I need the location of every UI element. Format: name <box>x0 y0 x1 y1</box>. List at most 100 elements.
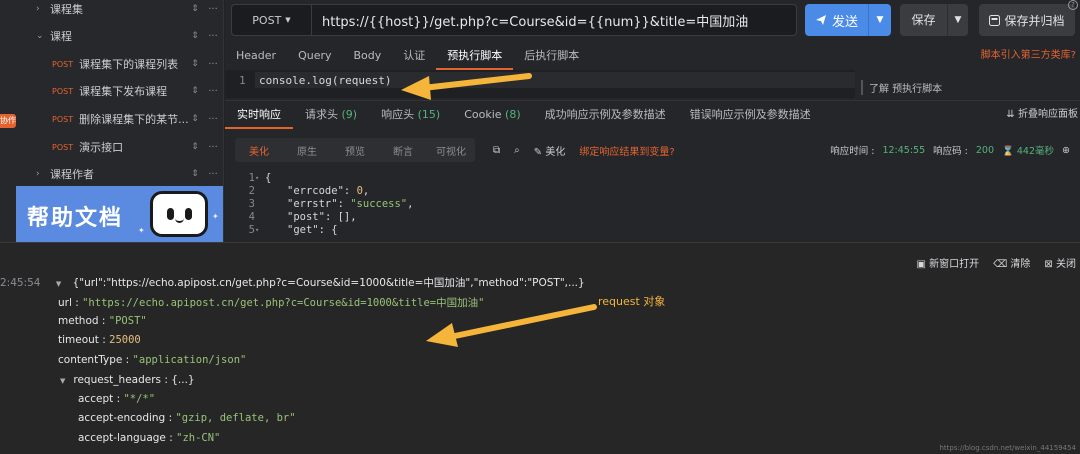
tab-label: 成功响应示例及参数描述 <box>544 107 666 121</box>
response-duration: ⌛ 442毫秒 <box>1002 143 1054 157</box>
help-icon[interactable]: ? <box>1068 0 1078 10</box>
archive-icon <box>989 14 1001 26</box>
duration-value: 442毫秒 <box>1016 146 1055 157</box>
view-mode-visual[interactable]: 可视化 <box>427 143 475 158</box>
save-dropdown-icon[interactable]: ▼ <box>948 15 968 25</box>
tree-folder-label: 课程作者 <box>50 168 94 181</box>
tab-cookie[interactable]: Cookie (8) <box>452 101 532 129</box>
tree-folder-label: 课程 <box>50 30 72 43</box>
view-mode-pretty[interactable]: 美化 <box>235 143 283 158</box>
third-party-lib-link[interactable]: 脚本引入第三方类库? <box>981 42 1076 70</box>
chevron-down-icon[interactable]: ⌄ <box>36 31 50 41</box>
sparkle-icon: ✦ <box>212 212 219 221</box>
beautify-button[interactable]: ✎ 美化 <box>534 143 566 158</box>
collab-badge: 协作 <box>0 114 16 128</box>
clear-button[interactable]: ⌫ 清除 <box>993 255 1030 270</box>
tree-folder-course-author[interactable]: › 课程作者 ⇕ ··· <box>16 161 223 187</box>
tab-response-headers[interactable]: 响应头 (15) <box>369 101 452 129</box>
method-select-value: POST <box>252 13 282 27</box>
send-icon <box>815 15 826 25</box>
tab-post-script[interactable]: 后执行脚本 <box>513 42 590 70</box>
tree-folder-course[interactable]: ⌄ 课程 ⇕ ··· <box>16 23 223 49</box>
tab-label: 请求头 <box>305 107 338 121</box>
tab-body[interactable]: Body <box>343 42 393 70</box>
tree-request-course-list[interactable]: POST 课程集下的课程列表 ⇕ ··· <box>16 51 223 77</box>
open-new-window-button[interactable]: ▣ 新窗口打开 <box>916 255 979 270</box>
send-button[interactable]: 发送 ▼ <box>805 4 891 36</box>
chevron-right-icon[interactable]: › <box>36 169 50 179</box>
more-icon[interactable]: ··· <box>202 4 223 15</box>
tab-success-example[interactable]: 成功响应示例及参数描述 <box>533 101 678 129</box>
search-icon[interactable]: ⌕ <box>514 145 520 156</box>
view-mode-assert[interactable]: 断言 <box>379 143 427 158</box>
beautify-label: 美化 <box>545 146 566 158</box>
response-code-label: 响应码 : <box>933 146 968 157</box>
caret-down-icon: ▼ <box>285 16 291 24</box>
more-icon[interactable]: ··· <box>202 31 223 42</box>
tab-request-headers[interactable]: 请求头 (9) <box>293 101 369 129</box>
url-input[interactable]: https://{{host}}/get.php?c=Course&id={{n… <box>312 11 748 30</box>
close-button[interactable]: ⊠ 关闭 <box>1044 255 1076 270</box>
more-icon[interactable]: ··· <box>202 114 223 125</box>
collapse-panel-button[interactable]: ⇊ 折叠响应面板 <box>1006 101 1078 129</box>
console-field: method : "POST" <box>58 315 147 327</box>
more-icon[interactable]: ··· <box>202 86 223 97</box>
script-editor[interactable]: 1 console.log(request) <box>225 70 855 98</box>
save-button[interactable]: 保存 ▼ <box>900 4 968 36</box>
view-mode-raw[interactable]: 原生 <box>283 143 331 158</box>
sort-icon[interactable]: ⇕ <box>188 114 202 124</box>
save-archive-button[interactable]: 保存并归档 <box>979 4 1075 36</box>
tab-label: 错误响应示例及参数描述 <box>689 107 811 121</box>
pre-script-help-link[interactable]: 了解 预执行脚本 <box>861 80 942 95</box>
more-icon[interactable]: ··· <box>202 142 223 153</box>
save-label: 保存 <box>900 4 948 36</box>
tab-error-example[interactable]: 错误响应示例及参数描述 <box>678 101 823 129</box>
tree-folder-course-set[interactable]: › 课程集 ⇕ ··· <box>16 0 223 22</box>
sort-icon[interactable]: ⇕ <box>188 86 202 96</box>
method-badge: POST <box>52 114 74 124</box>
copy-icon[interactable]: ⧉ <box>493 145 500 156</box>
tree-request-label: 课程集下的课程列表 <box>79 58 179 71</box>
annotation-label: request 对象 <box>598 295 666 308</box>
response-tabs: 实时响应 请求头 (9) 响应头 (15) Cookie (8) 成功响应示例及… <box>225 100 1080 129</box>
tab-auth[interactable]: 认证 <box>392 42 436 70</box>
hourglass-icon: ⌛ <box>1002 146 1014 157</box>
console-actions: ▣ 新窗口打开 ⌫ 清除 ⊠ 关闭 <box>916 255 1076 270</box>
tab-count: (8) <box>505 107 521 121</box>
send-dropdown-icon[interactable]: ▼ <box>869 15 891 25</box>
expand-triangle-icon[interactable]: ▼ <box>56 280 61 288</box>
view-mode-switch: 美化 原生 预览 断言 可视化 <box>235 138 475 162</box>
expand-icon[interactable]: ⊕ <box>1062 145 1070 156</box>
more-icon[interactable]: ··· <box>202 59 223 70</box>
method-badge: POST <box>52 59 74 69</box>
tree-request-demo[interactable]: POST 演示接口 ⇕ ··· <box>16 134 223 160</box>
sort-icon[interactable]: ⇕ <box>188 4 202 14</box>
sort-icon[interactable]: ⇕ <box>188 31 202 41</box>
tab-label: 响应头 <box>381 107 415 121</box>
script-code[interactable]: console.log(request) <box>259 74 391 87</box>
tree-request-publish-course[interactable]: POST 课程集下发布课程 ⇕ ··· <box>16 78 223 104</box>
tab-header[interactable]: Header <box>225 42 287 70</box>
sort-icon[interactable]: ⇕ <box>188 142 202 152</box>
sidebar: 协作 › 课程集 ⇕ ··· ⌄ 课程 ⇕ ··· POST 课程集下的课程列表… <box>0 0 224 242</box>
tab-query[interactable]: Query <box>287 42 342 70</box>
tab-pre-script[interactable]: 预执行脚本 <box>436 42 514 70</box>
console-header-field: accept-encoding : "gzip, deflate, br" <box>78 412 296 424</box>
console-headers-node[interactable]: ▼ request_headers : {...} <box>60 374 195 386</box>
tree-request-delete-lesson[interactable]: POST 删除课程集下的某节... ⇕ ··· <box>16 106 223 132</box>
tab-live-response[interactable]: 实时响应 <box>225 101 293 129</box>
bind-variable-link[interactable]: 绑定响应结果到变量? <box>579 143 674 158</box>
sort-icon[interactable]: ⇕ <box>188 59 202 69</box>
console-log-entry[interactable]: 2:45:54 ▼ {"url":"https://echo.apipost.c… <box>0 275 585 290</box>
method-select[interactable]: POST ▼ <box>232 5 312 35</box>
view-mode-preview[interactable]: 预览 <box>331 143 379 158</box>
more-icon[interactable]: ··· <box>202 169 223 180</box>
sort-icon[interactable]: ⇕ <box>188 169 202 179</box>
expand-triangle-icon[interactable]: ▼ <box>60 377 65 385</box>
send-label: 发送 <box>831 14 858 30</box>
url-bar: POST ▼ https://{{host}}/get.php?c=Course… <box>231 4 797 36</box>
chevron-right-icon[interactable]: › <box>36 4 50 14</box>
tab-label: Cookie <box>464 107 502 121</box>
request-panel: POST ▼ https://{{host}}/get.php?c=Course… <box>225 0 1080 242</box>
help-docs-banner[interactable]: 帮助文档 ✦ ✦ <box>16 186 223 242</box>
